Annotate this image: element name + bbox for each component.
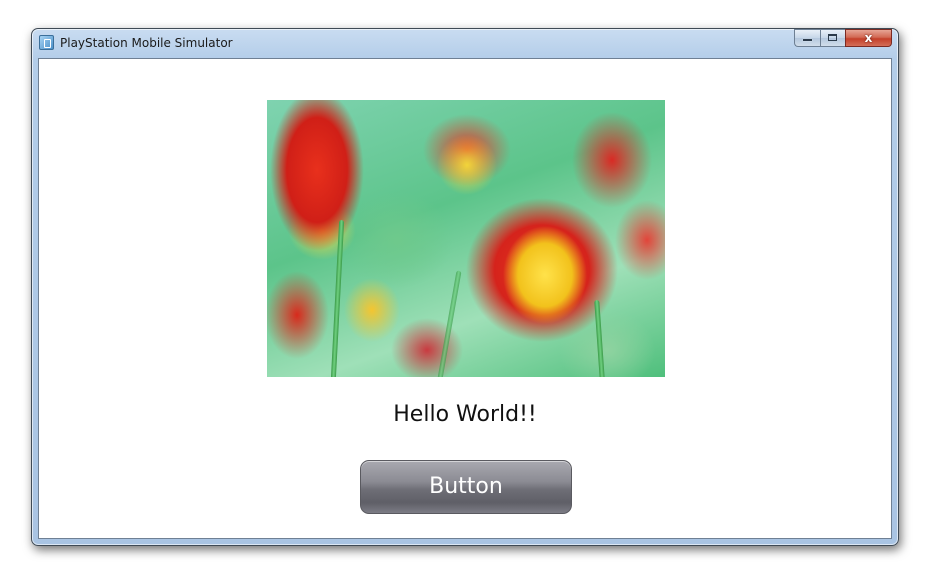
stem-decoration [330, 219, 345, 377]
simulator-screen: Hello World!! Button [38, 58, 892, 539]
app-icon[interactable] [39, 35, 54, 50]
minimize-button[interactable] [794, 29, 820, 47]
tulip-image [267, 100, 665, 377]
simulator-window: PlayStation Mobile Simulator x Hello Wor… [31, 28, 899, 546]
title-bar[interactable]: PlayStation Mobile Simulator x [32, 29, 898, 57]
stem-decoration [594, 299, 605, 377]
minimize-icon [803, 39, 812, 41]
main-button[interactable]: Button [360, 460, 572, 514]
maximize-button[interactable] [820, 29, 845, 47]
stem-decoration [437, 270, 462, 377]
close-icon: x [864, 31, 873, 45]
maximize-icon [828, 34, 837, 41]
caption-buttons: x [794, 29, 892, 48]
close-button[interactable]: x [845, 29, 892, 47]
hello-label: Hello World!! [393, 402, 537, 427]
window-title: PlayStation Mobile Simulator [60, 36, 233, 50]
